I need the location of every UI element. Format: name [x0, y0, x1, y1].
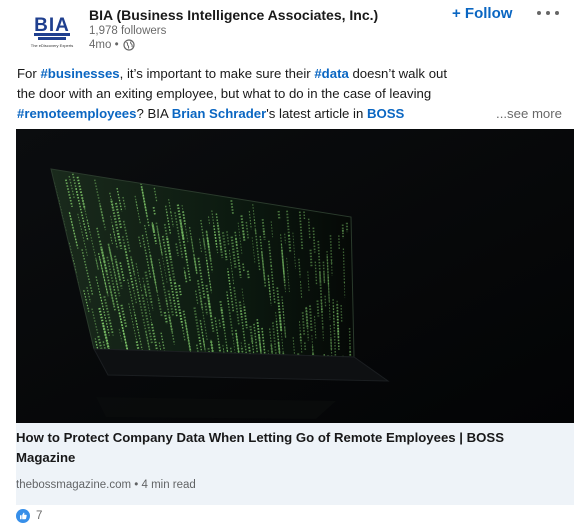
code-streak [299, 333, 302, 342]
reaction-count: 7 [36, 510, 43, 522]
hashtag-businesses[interactable]: #businesses [40, 66, 119, 81]
link-title[interactable]: How to Protect Company Data When Letting… [16, 428, 561, 468]
logo-tagline: The eDiscovery Experts [31, 43, 73, 48]
logo-bar-bottom [38, 37, 66, 40]
article-image[interactable] [16, 129, 574, 423]
text-segment: doesn’t walk out [348, 66, 448, 81]
dot [537, 11, 541, 15]
post-time: 4mo • [89, 39, 119, 51]
follow-button[interactable]: + Follow [452, 5, 512, 22]
code-streak [303, 211, 306, 220]
hashtag-data[interactable]: #data [314, 66, 348, 81]
see-more-button[interactable]: ...see more [490, 104, 562, 124]
reactions-summary[interactable]: 7 [16, 509, 42, 523]
post-text: For #businesses, it’s important to make … [17, 64, 562, 124]
ellipsis-icon[interactable] [537, 6, 559, 20]
link-source: thebossmagazine.com • 4 min read [16, 479, 196, 491]
laptop-code-illustration [16, 129, 574, 423]
text-segment: , it’s important to make sure their [119, 66, 315, 81]
mention-boss[interactable]: BOSS [367, 106, 404, 121]
text-segment: 's latest article in [266, 106, 367, 121]
logo-text: BIA [34, 15, 70, 36]
hashtag-remoteemployees[interactable]: #remoteemployees [17, 106, 136, 121]
text-segment: For [17, 66, 41, 81]
company-logo[interactable]: BIA The eDiscovery Experts [28, 12, 76, 52]
post-line-2: the door with an exiting employee, but w… [17, 86, 432, 101]
post-meta: 4mo • [89, 39, 135, 51]
post-line-3: #remoteemployees? BIA Brian Schrader's l… [17, 104, 562, 124]
follower-count: 1,978 followers [89, 25, 167, 37]
feed-post: BIA The eDiscovery Experts BIA (Business… [0, 0, 574, 527]
logo-bar-top [34, 33, 70, 36]
globe-icon [122, 39, 135, 51]
mention-brian-schrader[interactable]: Brian Schrader [172, 106, 267, 121]
text-segment: ? BIA [136, 106, 172, 121]
code-streak [246, 270, 250, 280]
company-name[interactable]: BIA (Business Intelligence Associates, I… [89, 7, 378, 23]
dot [555, 11, 559, 15]
like-icon [16, 509, 30, 523]
code-streak [303, 342, 307, 350]
post-line-1: For #businesses, it’s important to make … [17, 64, 562, 84]
code-streak [242, 263, 245, 272]
dot [546, 11, 550, 15]
